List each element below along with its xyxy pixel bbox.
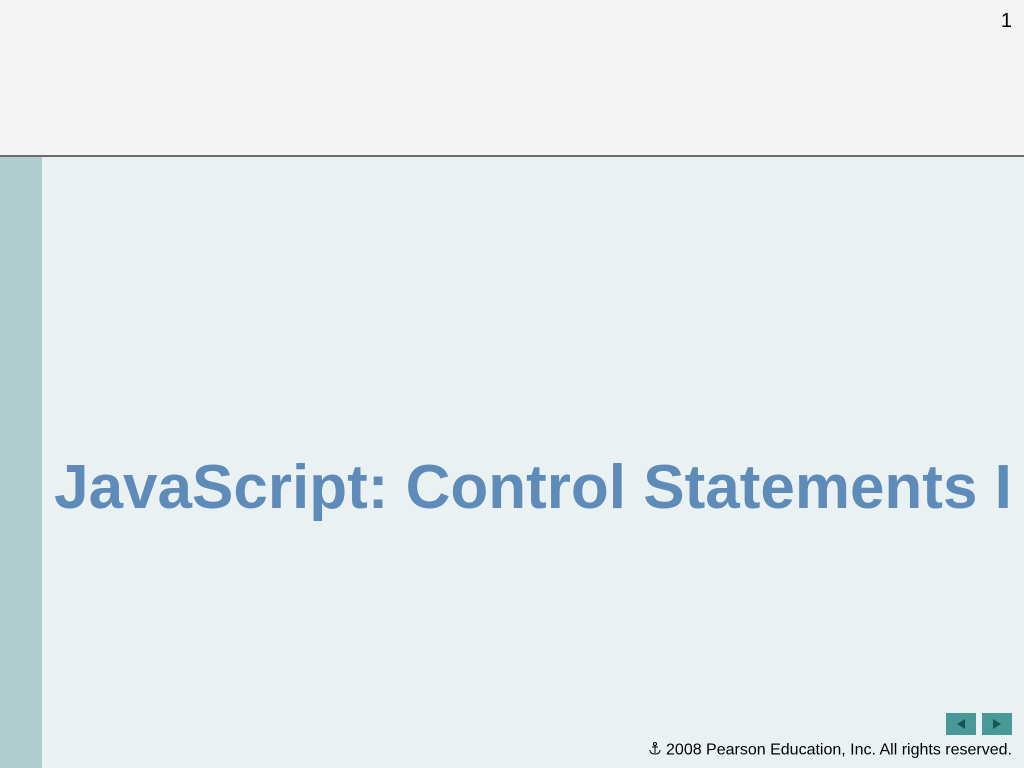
left-sidebar: [0, 157, 42, 768]
anchor-icon: [648, 741, 662, 760]
previous-button[interactable]: [946, 713, 976, 735]
slide-header: 1: [0, 0, 1024, 155]
next-button[interactable]: [982, 713, 1012, 735]
copyright-text: 2008 Pearson Education, Inc. All rights …: [648, 741, 1012, 760]
triangle-left-icon: [954, 717, 968, 731]
main-content: JavaScript: Control Statements I: [42, 157, 1024, 768]
page-number: 1: [1001, 10, 1012, 33]
triangle-right-icon: [990, 717, 1004, 731]
navigation-buttons: [946, 713, 1012, 735]
slide-footer: 2008 Pearson Education, Inc. All rights …: [648, 713, 1012, 760]
copyright-label: 2008 Pearson Education, Inc. All rights …: [666, 742, 1012, 759]
content-area: JavaScript: Control Statements I: [0, 157, 1024, 768]
slide-title: JavaScript: Control Statements I: [54, 452, 1012, 523]
